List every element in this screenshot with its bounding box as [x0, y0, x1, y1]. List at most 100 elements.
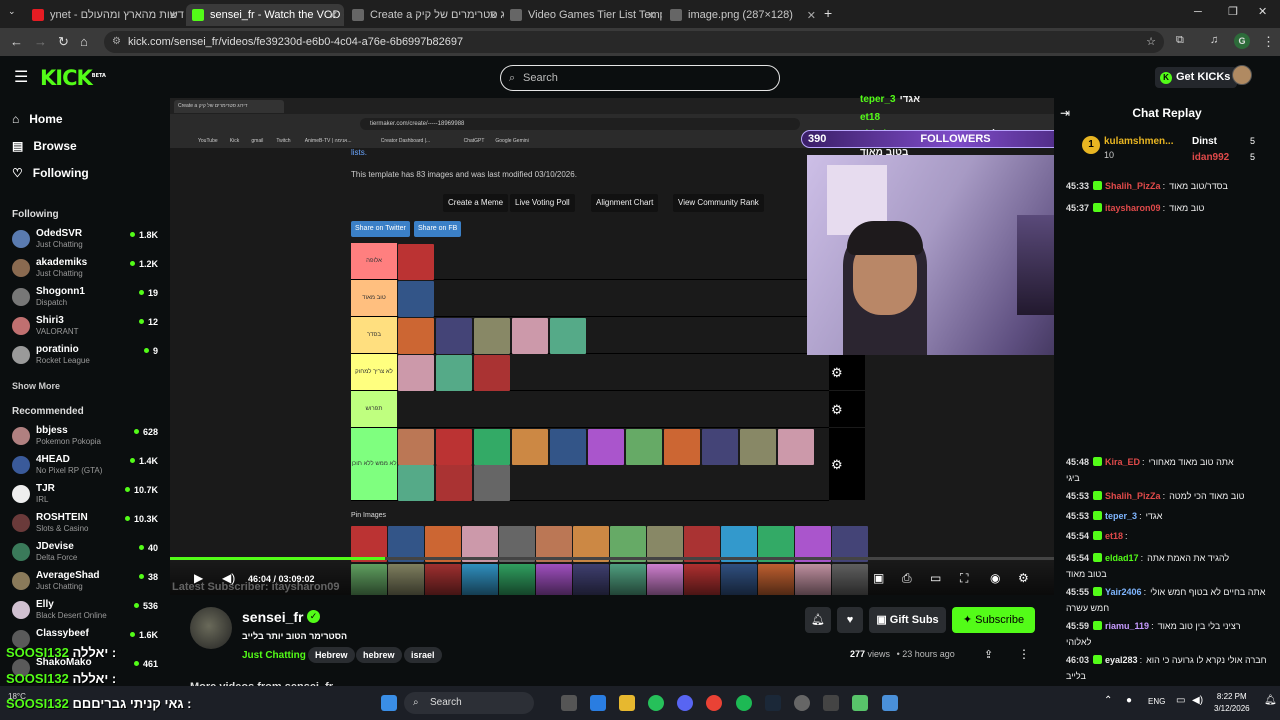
whatsapp-icon[interactable]: [648, 695, 664, 711]
tab-search-icon[interactable]: ⌄: [8, 6, 16, 17]
chat-username[interactable]: et18: [1105, 531, 1123, 541]
language-indicator[interactable]: ENG: [1148, 697, 1165, 706]
channel-item-akademiks[interactable]: akademiks Just Chatting 1.2K: [12, 256, 162, 282]
notification-bell-icon[interactable]: 🔔︎: [805, 607, 831, 633]
task-view-icon[interactable]: [561, 695, 577, 711]
new-tab-icon[interactable]: +: [824, 5, 832, 21]
browser-tab-ynet[interactable]: ynet - חדשות מהארץ ומהעולם ✕: [26, 4, 184, 26]
theater-mode-icon[interactable]: ▭: [930, 571, 941, 585]
chat-username[interactable]: eldad17: [1105, 553, 1139, 563]
speed-icon[interactable]: ◉: [990, 571, 1000, 585]
back-icon[interactable]: ←: [10, 34, 23, 49]
channel-item-roshtein[interactable]: ROSHTEIN Slots & Casino 10.3K: [12, 511, 162, 537]
reload-icon[interactable]: ↻: [58, 34, 69, 50]
chat-text: לאלוהי: [1066, 637, 1092, 647]
volume-icon[interactable]: ◀): [1192, 695, 1203, 706]
edge-icon[interactable]: [590, 695, 606, 711]
minimize-icon[interactable]: ─: [1194, 6, 1202, 18]
show-more-link[interactable]: Show More: [12, 381, 60, 391]
user-avatar[interactable]: [1232, 65, 1252, 85]
channel-item-shiri3[interactable]: Shiri3 VALORANT 12: [12, 314, 162, 340]
close-tab-icon[interactable]: ✕: [489, 9, 498, 22]
clip-icon[interactable]: ⎙: [902, 571, 912, 586]
volume-icon[interactable]: ◀): [222, 571, 235, 585]
forward-icon[interactable]: →: [34, 34, 47, 49]
tag-chip[interactable]: Hebrew: [308, 647, 355, 663]
category-link[interactable]: Just Chatting: [242, 650, 306, 661]
channel-avatar[interactable]: [190, 607, 232, 649]
channel-item-bbjess[interactable]: bbjess Pokemon Pokopia 628: [12, 424, 162, 450]
channel-item-odedsvr[interactable]: OdedSVR Just Chatting 1.8K: [12, 227, 162, 253]
hamburger-menu-icon[interactable]: ☰: [14, 67, 28, 87]
tag-chip[interactable]: hebrew: [356, 647, 402, 663]
close-tab-icon[interactable]: ✕: [807, 9, 816, 22]
clock[interactable]: 8:22 PM 3/12/2026: [1214, 691, 1250, 715]
sidebar-item-browse[interactable]: ▤ Browse: [12, 139, 77, 153]
tray-chevron-icon[interactable]: ⌃: [1104, 695, 1112, 706]
channel-item-shogonn1[interactable]: Shogonn1 Dispatch 19: [12, 285, 162, 311]
profile-avatar[interactable]: G: [1234, 33, 1250, 49]
close-tab-icon[interactable]: ✕: [329, 9, 338, 22]
close-tab-icon[interactable]: ✕: [169, 9, 178, 22]
chat-username[interactable]: Yair2406: [1105, 587, 1142, 597]
fullscreen-icon[interactable]: ⛶: [960, 571, 968, 586]
browser-tab-tierlist[interactable]: Video Games Tier List Template ✕: [504, 4, 662, 26]
channel-item-elly[interactable]: Elly Black Desert Online 536: [12, 598, 162, 624]
windows-start-icon[interactable]: [381, 695, 397, 711]
app-icon[interactable]: [852, 695, 868, 711]
url-field[interactable]: ⚙ kick.com/sensei_fr/videos/fe39230d-e6b…: [104, 31, 1164, 53]
settings-gear-icon[interactable]: ⚙: [1018, 571, 1029, 585]
search-input[interactable]: ⌕ Search: [500, 65, 780, 91]
notifications-icon[interactable]: 🔔︎: [1264, 695, 1277, 706]
sidebar-item-home[interactable]: ⌂ Home: [12, 112, 63, 126]
chrome-icon[interactable]: [706, 695, 722, 711]
channel-name[interactable]: sensei_fr: [242, 609, 303, 625]
more-options-icon[interactable]: ⋮: [1018, 647, 1030, 661]
extensions-icon[interactable]: ⧉: [1176, 34, 1184, 47]
gift-subs-button[interactable]: ▣ Gift Subs: [869, 607, 946, 633]
chat-username[interactable]: Shalih_PizZa: [1105, 491, 1161, 501]
sidebar-item-following[interactable]: ♡ Following: [12, 166, 89, 180]
follow-heart-icon[interactable]: ♥: [837, 607, 863, 633]
site-info-icon[interactable]: ⚙: [112, 31, 121, 53]
menu-dots-icon[interactable]: ⋮: [1262, 34, 1275, 50]
browser-tab-tiermaker[interactable]: Create a דירוג סטרימרים של קיק ✕: [346, 4, 504, 26]
play-icon[interactable]: ▶: [194, 571, 203, 585]
file-explorer-icon[interactable]: [619, 695, 635, 711]
bookmark-star-icon[interactable]: ☆: [1146, 31, 1156, 53]
subscribe-button[interactable]: ✦ Subscribe: [952, 607, 1035, 633]
channel-item-4head[interactable]: 4HEAD No Pixel RP (GTA) 1.4K: [12, 453, 162, 479]
spotify-icon[interactable]: [736, 695, 752, 711]
channel-item-poratinio[interactable]: poratinio Rocket League 9: [12, 343, 162, 369]
chat-username[interactable]: itaysharon09: [1105, 203, 1161, 213]
close-window-icon[interactable]: ✕: [1258, 5, 1267, 18]
get-kicks-button[interactable]: K Get KICKs: [1155, 67, 1238, 88]
browser-tab-kick[interactable]: sensei_fr - Watch the VOD on K ✕: [186, 4, 344, 26]
chat-username[interactable]: Shalih_PizZa: [1105, 181, 1161, 191]
tag-chip[interactable]: israel: [404, 647, 442, 663]
channel-item-averageshad[interactable]: AverageShad Just Chatting 38: [12, 569, 162, 595]
app-icon[interactable]: [823, 695, 839, 711]
share-icon[interactable]: ⇪: [984, 648, 993, 661]
kick-logo[interactable]: KICKBETA: [40, 66, 106, 90]
chat-username[interactable]: eyal283: [1105, 655, 1138, 665]
browser-tab-image[interactable]: image.png (287×128) ✕: [664, 4, 822, 26]
obs-icon[interactable]: [794, 695, 810, 711]
chat-username[interactable]: teper_3: [1105, 511, 1137, 521]
home-icon[interactable]: ⌂: [80, 34, 88, 49]
miniplayer-icon[interactable]: ▣: [873, 571, 884, 585]
chat-username[interactable]: riamu_119: [1105, 621, 1149, 631]
channel-item-jdevise[interactable]: JDevise Delta Force 40: [12, 540, 162, 566]
media-controls-icon[interactable]: ♫: [1210, 34, 1218, 46]
microphone-icon[interactable]: ●: [1126, 695, 1132, 706]
subscriber-badge-icon: [1093, 621, 1103, 630]
taskbar-search[interactable]: ⌕ Search: [404, 692, 534, 714]
chat-username[interactable]: Kira_ED: [1105, 457, 1140, 467]
network-icon[interactable]: ▭: [1176, 695, 1185, 706]
maximize-icon[interactable]: ❐: [1228, 5, 1238, 18]
channel-item-tjr[interactable]: TJR IRL 10.7K: [12, 482, 162, 508]
steam-icon[interactable]: [765, 695, 781, 711]
close-tab-icon[interactable]: ✕: [647, 9, 656, 22]
discord-icon[interactable]: [677, 695, 693, 711]
notepad-icon[interactable]: [882, 695, 898, 711]
